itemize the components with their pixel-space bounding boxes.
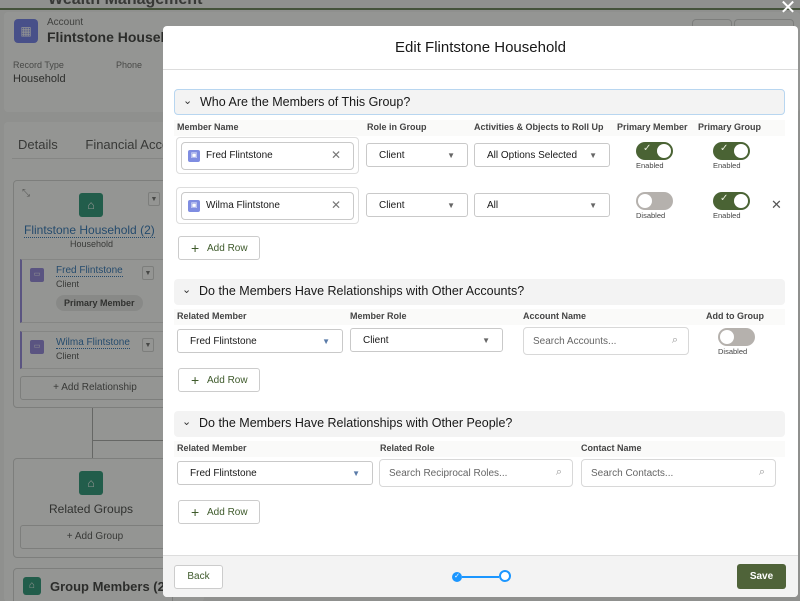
search-placeholder: Search Contacts... bbox=[591, 468, 674, 479]
modal-title: Edit Flintstone Household bbox=[395, 39, 566, 56]
section-title: Do the Members Have Relationships with O… bbox=[199, 284, 525, 298]
add-member-row-button[interactable]: + Add Row bbox=[178, 236, 260, 260]
members-column-headers: Member Name Role in Group Activities & O… bbox=[174, 120, 785, 136]
rollup-select[interactable]: All Options Selected ▼ bbox=[474, 143, 610, 167]
select-value: Fred Flintstone bbox=[190, 468, 257, 479]
column-header: Role in Group bbox=[367, 122, 427, 132]
toggle-state-label: Enabled bbox=[713, 211, 741, 220]
section-title: Do the Members Have Relationships with O… bbox=[199, 416, 513, 430]
search-placeholder: Search Reciprocal Roles... bbox=[389, 468, 508, 479]
role-in-group-select[interactable]: Client ▼ bbox=[366, 143, 468, 167]
column-header: Account Name bbox=[523, 311, 587, 321]
select-value: Client bbox=[379, 150, 405, 161]
progress-connector bbox=[462, 576, 499, 578]
accounts-column-headers: Related Member Member Role Account Name … bbox=[174, 309, 785, 325]
search-icon: ⌕ bbox=[555, 466, 562, 478]
search-icon: ⌕ bbox=[671, 334, 678, 346]
toggle-state-label: Disabled bbox=[636, 211, 666, 220]
column-header: Member Role bbox=[350, 311, 407, 321]
member-lookup-field: ▣ Fred Flintstone ✕ bbox=[176, 137, 359, 174]
check-icon: ✓ bbox=[720, 143, 729, 154]
modal-footer: Back ✓ Save bbox=[163, 555, 798, 597]
add-row-label: Add Row bbox=[207, 375, 248, 386]
toggle-state-label: Enabled bbox=[636, 161, 664, 170]
column-header: Primary Group bbox=[698, 122, 762, 132]
contact-icon: ▣ bbox=[188, 200, 200, 212]
primary-member-toggle[interactable]: ✓ bbox=[636, 142, 673, 160]
related-member-select[interactable]: Fred Flintstone ▼ bbox=[177, 461, 373, 485]
select-value: All bbox=[487, 200, 499, 211]
column-header: Member Name bbox=[177, 122, 239, 132]
column-header: Contact Name bbox=[581, 443, 642, 453]
role-in-group-select[interactable]: Client ▼ bbox=[366, 193, 468, 217]
column-header: Related Member bbox=[177, 443, 247, 453]
people-column-headers: Related Member Related Role Contact Name bbox=[174, 441, 785, 457]
section-people-header[interactable]: ⌄ Do the Members Have Relationships with… bbox=[174, 411, 785, 437]
check-icon: ✓ bbox=[720, 193, 729, 204]
progress-step-complete-icon: ✓ bbox=[452, 572, 462, 582]
column-header: Related Member bbox=[177, 311, 247, 321]
column-header: Activities & Objects to Roll Up bbox=[474, 122, 604, 132]
primary-group-toggle[interactable]: ✓ bbox=[713, 142, 750, 160]
member-name-value: Fred Flintstone bbox=[206, 150, 273, 161]
member-lookup-pill[interactable]: ▣ Fred Flintstone ✕ bbox=[181, 142, 354, 170]
modal-header: Edit Flintstone Household bbox=[163, 26, 798, 70]
rollup-select[interactable]: All ▼ bbox=[474, 193, 610, 217]
dropdown-arrow-icon: ▼ bbox=[589, 201, 597, 210]
modal-body: ⌄ Who Are the Members of This Group? Mem… bbox=[163, 71, 798, 555]
contact-search-input[interactable]: Search Contacts... ⌕ bbox=[581, 459, 776, 487]
dropdown-arrow-icon: ▼ bbox=[447, 201, 455, 210]
toggle-state-label: Disabled bbox=[718, 347, 748, 356]
back-button[interactable]: Back bbox=[174, 565, 223, 589]
search-icon: ⌕ bbox=[758, 466, 765, 478]
add-row-label: Add Row bbox=[207, 507, 248, 518]
edit-household-modal: Edit Flintstone Household ⌄ Who Are the … bbox=[163, 26, 798, 597]
contact-icon: ▣ bbox=[188, 150, 200, 162]
close-icon[interactable]: ✕ bbox=[778, 0, 798, 19]
column-header: Primary Member bbox=[617, 122, 688, 132]
member-lookup-field: ▣ Wilma Flintstone ✕ bbox=[176, 187, 359, 224]
related-member-select[interactable]: Fred Flintstone ▼ bbox=[177, 329, 343, 353]
member-role-select[interactable]: Client ▼ bbox=[350, 328, 503, 352]
section-members-header[interactable]: ⌄ Who Are the Members of This Group? bbox=[174, 89, 785, 115]
plus-icon: + bbox=[191, 504, 200, 520]
dropdown-arrow-icon: ▼ bbox=[447, 151, 455, 160]
chevron-down-icon: ⌄ bbox=[182, 284, 192, 296]
search-placeholder: Search Accounts... bbox=[533, 336, 617, 347]
dropdown-arrow-icon: ▼ bbox=[322, 337, 330, 346]
plus-icon: + bbox=[191, 372, 200, 388]
save-button[interactable]: Save bbox=[737, 564, 786, 589]
clear-selection-icon[interactable]: ✕ bbox=[331, 198, 341, 212]
delete-row-icon[interactable]: ✕ bbox=[771, 197, 782, 213]
plus-icon: + bbox=[191, 240, 200, 256]
toggle-state-label: Enabled bbox=[713, 161, 741, 170]
account-search-input[interactable]: Search Accounts... ⌕ bbox=[523, 327, 689, 355]
check-icon: ✓ bbox=[643, 143, 652, 154]
dropdown-arrow-icon: ▼ bbox=[482, 336, 490, 345]
member-name-value: Wilma Flintstone bbox=[206, 200, 280, 211]
clear-selection-icon[interactable]: ✕ bbox=[331, 148, 341, 162]
column-header: Related Role bbox=[380, 443, 435, 453]
select-value: Client bbox=[379, 200, 405, 211]
column-header: Add to Group bbox=[706, 311, 764, 321]
add-to-group-toggle[interactable] bbox=[718, 328, 755, 346]
select-value: Fred Flintstone bbox=[190, 336, 257, 347]
reciprocal-role-search-input[interactable]: Search Reciprocal Roles... ⌕ bbox=[379, 459, 573, 487]
progress-step-current bbox=[499, 570, 511, 582]
member-lookup-pill[interactable]: ▣ Wilma Flintstone ✕ bbox=[181, 192, 354, 220]
chevron-down-icon: ⌄ bbox=[183, 95, 193, 107]
add-person-row-button[interactable]: + Add Row bbox=[178, 500, 260, 524]
select-value: Client bbox=[363, 335, 389, 346]
add-row-label: Add Row bbox=[207, 243, 248, 254]
primary-group-toggle[interactable]: ✓ bbox=[713, 192, 750, 210]
select-value: All Options Selected bbox=[487, 150, 578, 161]
dropdown-arrow-icon: ▼ bbox=[352, 469, 360, 478]
add-account-row-button[interactable]: + Add Row bbox=[178, 368, 260, 392]
section-accounts-header[interactable]: ⌄ Do the Members Have Relationships with… bbox=[174, 279, 785, 305]
primary-member-toggle[interactable] bbox=[636, 192, 673, 210]
chevron-down-icon: ⌄ bbox=[182, 416, 192, 428]
dropdown-arrow-icon: ▼ bbox=[589, 151, 597, 160]
section-title: Who Are the Members of This Group? bbox=[200, 95, 411, 109]
